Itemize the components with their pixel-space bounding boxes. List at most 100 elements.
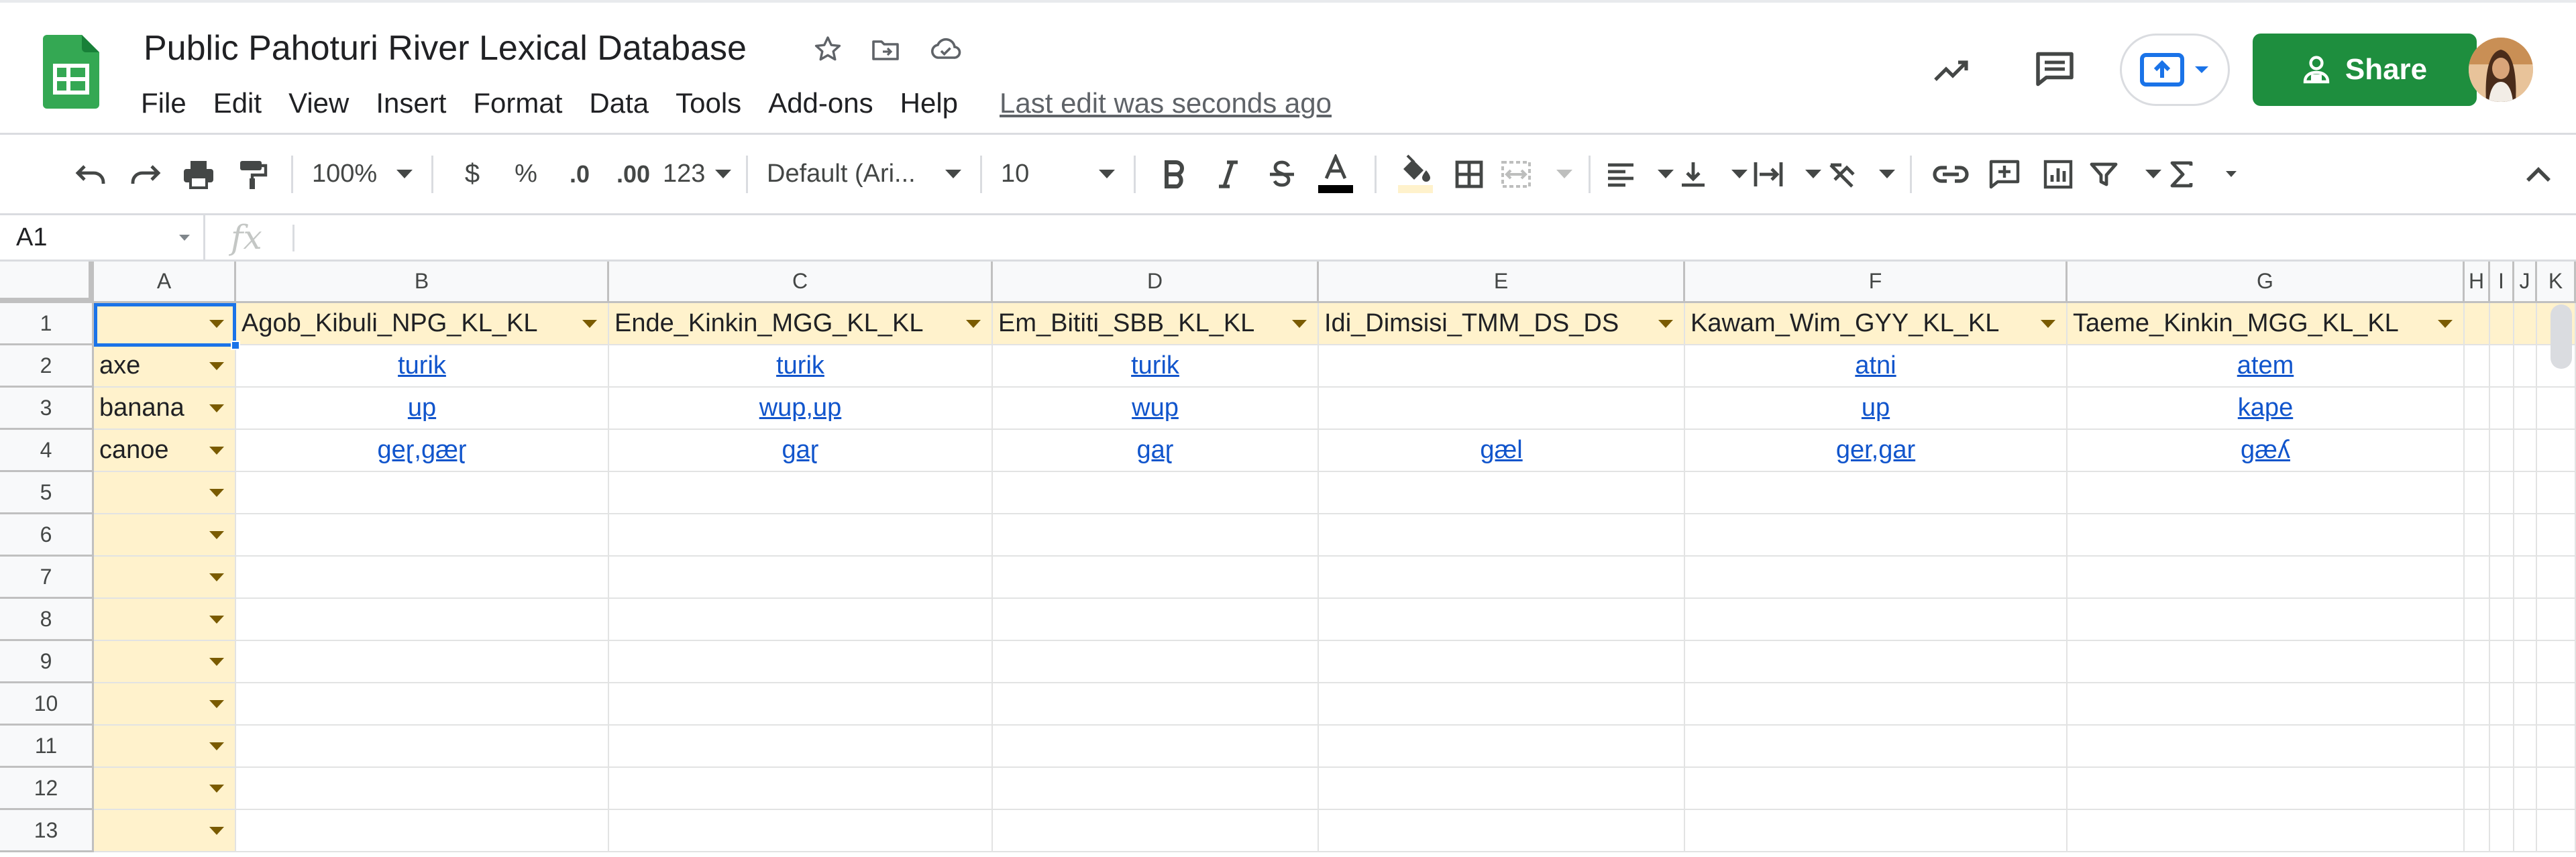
activity-trend-icon[interactable] xyxy=(1923,40,1983,101)
cell[interactable] xyxy=(609,472,993,514)
select-all-corner[interactable] xyxy=(0,262,94,303)
dropdown-arrow-icon[interactable] xyxy=(209,446,224,455)
link-cell[interactable]: geɽ,gæɽ xyxy=(236,430,609,472)
cell[interactable] xyxy=(1319,641,1685,683)
cell[interactable] xyxy=(1319,768,1685,810)
cell[interactable] xyxy=(2068,683,2465,726)
link-cell[interactable]: gaɽ xyxy=(609,430,993,472)
present-button[interactable] xyxy=(2120,34,2230,106)
cell[interactable] xyxy=(2465,641,2490,683)
cell[interactable] xyxy=(2514,768,2537,810)
more-formats-select[interactable]: 123 xyxy=(660,160,734,188)
vertical-scrollbar[interactable] xyxy=(2551,304,2572,369)
vertical-align-select[interactable] xyxy=(1676,160,1750,189)
cell[interactable] xyxy=(236,726,609,768)
word-dropdown-cell[interactable]: banana xyxy=(94,388,236,430)
formula-input[interactable] xyxy=(309,215,2569,260)
cell[interactable] xyxy=(609,768,993,810)
column-header-h[interactable]: H xyxy=(2465,262,2490,303)
cell[interactable] xyxy=(2514,726,2537,768)
spreadsheet-grid[interactable]: A B C D E F G H I J K 1 Agob_Kibuli_NPG_KL_KL Ende_Ki… xyxy=(0,262,2576,857)
cell[interactable] xyxy=(1319,557,1685,599)
cell[interactable] xyxy=(2465,726,2490,768)
cell[interactable] xyxy=(2537,810,2576,852)
cell[interactable] xyxy=(236,514,609,557)
move-folder-icon[interactable] xyxy=(865,30,906,70)
cell[interactable] xyxy=(2514,683,2537,726)
row-header-12[interactable]: 12 xyxy=(0,768,94,810)
cell[interactable] xyxy=(1319,810,1685,852)
increase-decimal-button[interactable]: .00 xyxy=(606,148,660,201)
menu-tools[interactable]: Tools xyxy=(662,84,755,122)
cell[interactable] xyxy=(2465,345,2490,388)
link-cell[interactable]: kape xyxy=(2068,388,2465,430)
cell[interactable] xyxy=(2465,388,2490,430)
cell[interactable] xyxy=(2068,599,2465,641)
cell[interactable] xyxy=(236,599,609,641)
row-header-3[interactable]: 3 xyxy=(0,388,94,430)
cell[interactable] xyxy=(2514,599,2537,641)
cell[interactable] xyxy=(2490,599,2514,641)
cell[interactable] xyxy=(1685,472,2068,514)
merge-cells-select[interactable] xyxy=(1496,160,1576,189)
column-header-a[interactable]: A xyxy=(94,262,236,303)
insert-link-button[interactable] xyxy=(1924,148,1978,201)
dropdown-arrow-icon[interactable] xyxy=(2438,319,2453,328)
dropdown-arrow-icon[interactable] xyxy=(1292,319,1307,328)
fill-color-button[interactable] xyxy=(1389,148,1442,201)
zoom-select[interactable]: 100% xyxy=(305,160,419,188)
cell[interactable] xyxy=(2514,557,2537,599)
cell[interactable] xyxy=(2068,514,2465,557)
word-dropdown-cell[interactable] xyxy=(94,726,236,768)
word-dropdown-cell[interactable]: axe xyxy=(94,345,236,388)
decrease-decimal-button[interactable]: .0 xyxy=(553,148,606,201)
cell[interactable] xyxy=(2068,768,2465,810)
dropdown-arrow-icon[interactable] xyxy=(2041,319,2055,328)
menu-data[interactable]: Data xyxy=(576,84,662,122)
cell[interactable] xyxy=(2490,472,2514,514)
bold-button[interactable] xyxy=(1148,148,1201,201)
link-cell[interactable]: atni xyxy=(1685,345,2068,388)
cell[interactable] xyxy=(2537,388,2576,430)
header-cell[interactable]: Agob_Kibuli_NPG_KL_KL xyxy=(236,303,609,345)
cell[interactable] xyxy=(236,557,609,599)
comments-icon[interactable] xyxy=(2025,39,2085,99)
cell[interactable] xyxy=(993,641,1319,683)
link-cell[interactable]: atem xyxy=(2068,345,2465,388)
menu-format[interactable]: Format xyxy=(460,84,576,122)
word-dropdown-cell[interactable] xyxy=(94,599,236,641)
dropdown-arrow-icon[interactable] xyxy=(1658,319,1673,328)
cell[interactable] xyxy=(236,810,609,852)
cell[interactable] xyxy=(609,514,993,557)
link-cell[interactable]: wup,up xyxy=(609,388,993,430)
cell[interactable] xyxy=(2537,683,2576,726)
share-button[interactable]: Share xyxy=(2253,34,2477,106)
dropdown-arrow-icon[interactable] xyxy=(209,488,224,497)
cell[interactable] xyxy=(2537,514,2576,557)
row-header-5[interactable]: 5 xyxy=(0,472,94,514)
star-icon[interactable] xyxy=(808,30,848,70)
cell[interactable] xyxy=(609,641,993,683)
column-header-c[interactable]: C xyxy=(609,262,993,303)
cell[interactable] xyxy=(2465,599,2490,641)
sheets-logo-icon[interactable] xyxy=(43,35,99,109)
row-header-6[interactable]: 6 xyxy=(0,514,94,557)
cell[interactable] xyxy=(2490,768,2514,810)
cell[interactable] xyxy=(993,472,1319,514)
word-dropdown-cell[interactable] xyxy=(94,810,236,852)
cell[interactable] xyxy=(2537,726,2576,768)
dropdown-arrow-icon[interactable] xyxy=(966,319,981,328)
row-header-4[interactable]: 4 xyxy=(0,430,94,472)
cell[interactable] xyxy=(2514,345,2537,388)
header-cell[interactable]: Kawam_Wim_GYY_KL_KL xyxy=(1685,303,2068,345)
dropdown-arrow-icon[interactable] xyxy=(209,361,224,370)
column-header-f[interactable]: F xyxy=(1685,262,2068,303)
cell[interactable] xyxy=(2465,430,2490,472)
cell[interactable] xyxy=(993,768,1319,810)
cell[interactable] xyxy=(1685,641,2068,683)
dropdown-arrow-icon[interactable] xyxy=(209,826,224,835)
avatar[interactable] xyxy=(2469,38,2533,102)
cell[interactable] xyxy=(2465,514,2490,557)
cell[interactable] xyxy=(2068,472,2465,514)
cell[interactable] xyxy=(993,683,1319,726)
